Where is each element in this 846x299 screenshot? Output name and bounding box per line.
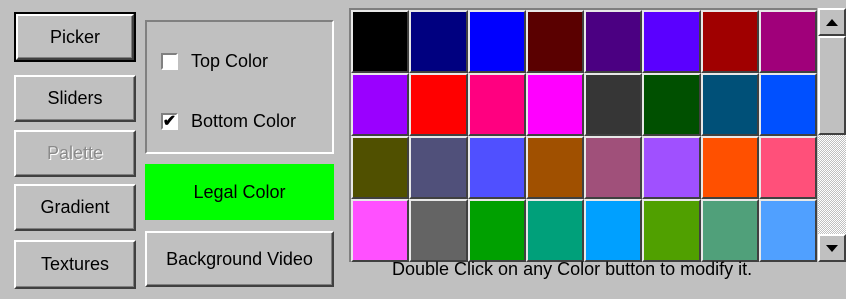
palette-button[interactable]: Palette [14,130,136,177]
color-swatch[interactable] [642,73,701,136]
arrow-up-icon [826,18,838,26]
color-swatch[interactable] [584,73,643,136]
scroll-up-button[interactable] [818,8,846,36]
color-swatch[interactable] [758,199,817,262]
bottom-color-label: Bottom Color [191,111,297,131]
color-swatch[interactable] [409,136,468,199]
color-swatch[interactable] [467,73,526,136]
top-color-checkbox[interactable] [161,53,178,70]
arrow-down-icon [826,244,838,252]
color-swatch[interactable] [409,199,468,262]
bottom-color-checkbox[interactable]: ✔ [161,113,178,130]
picker-button[interactable]: Picker [14,12,136,62]
bottom-color-option[interactable]: ✔ Bottom Color [161,111,296,132]
color-swatch[interactable] [467,10,526,73]
palette-scrollbar[interactable] [818,8,846,262]
color-target-group [145,20,334,154]
textures-button[interactable]: Textures [14,240,136,289]
color-swatch[interactable] [525,10,584,73]
color-swatch[interactable] [642,136,701,199]
color-palette-grid [349,8,817,262]
palette-hint: Double Click on any Color button to modi… [392,259,753,279]
color-swatch[interactable] [642,10,701,73]
color-swatch[interactable] [758,73,817,136]
color-swatch[interactable] [758,10,817,73]
color-swatch[interactable] [700,73,759,136]
color-swatch[interactable] [351,199,410,262]
color-swatch[interactable] [700,10,759,73]
color-swatch[interactable] [409,73,468,136]
gradient-button[interactable]: Gradient [14,184,136,231]
legal-color-label: Legal Color [193,181,286,202]
color-swatch[interactable] [758,136,817,199]
scroll-thumb[interactable] [818,36,846,135]
color-swatch[interactable] [351,10,410,73]
color-swatch[interactable] [351,136,410,199]
color-swatch[interactable] [525,73,584,136]
sliders-button[interactable]: Sliders [14,75,136,122]
color-swatch[interactable] [584,136,643,199]
color-swatch[interactable] [700,136,759,199]
legal-color-indicator: Legal Color [145,164,334,220]
background-video-button[interactable]: Background Video [145,231,334,287]
top-color-option[interactable]: Top Color [161,51,268,72]
color-swatch[interactable] [467,136,526,199]
color-swatch[interactable] [642,199,701,262]
color-swatch[interactable] [525,136,584,199]
scroll-down-button[interactable] [818,234,846,262]
color-swatch[interactable] [700,199,759,262]
top-color-label: Top Color [191,51,269,71]
color-swatch[interactable] [351,73,410,136]
color-swatch[interactable] [409,10,468,73]
color-swatch[interactable] [525,199,584,262]
color-swatch[interactable] [467,199,526,262]
color-swatch[interactable] [584,199,643,262]
color-swatch[interactable] [584,10,643,73]
